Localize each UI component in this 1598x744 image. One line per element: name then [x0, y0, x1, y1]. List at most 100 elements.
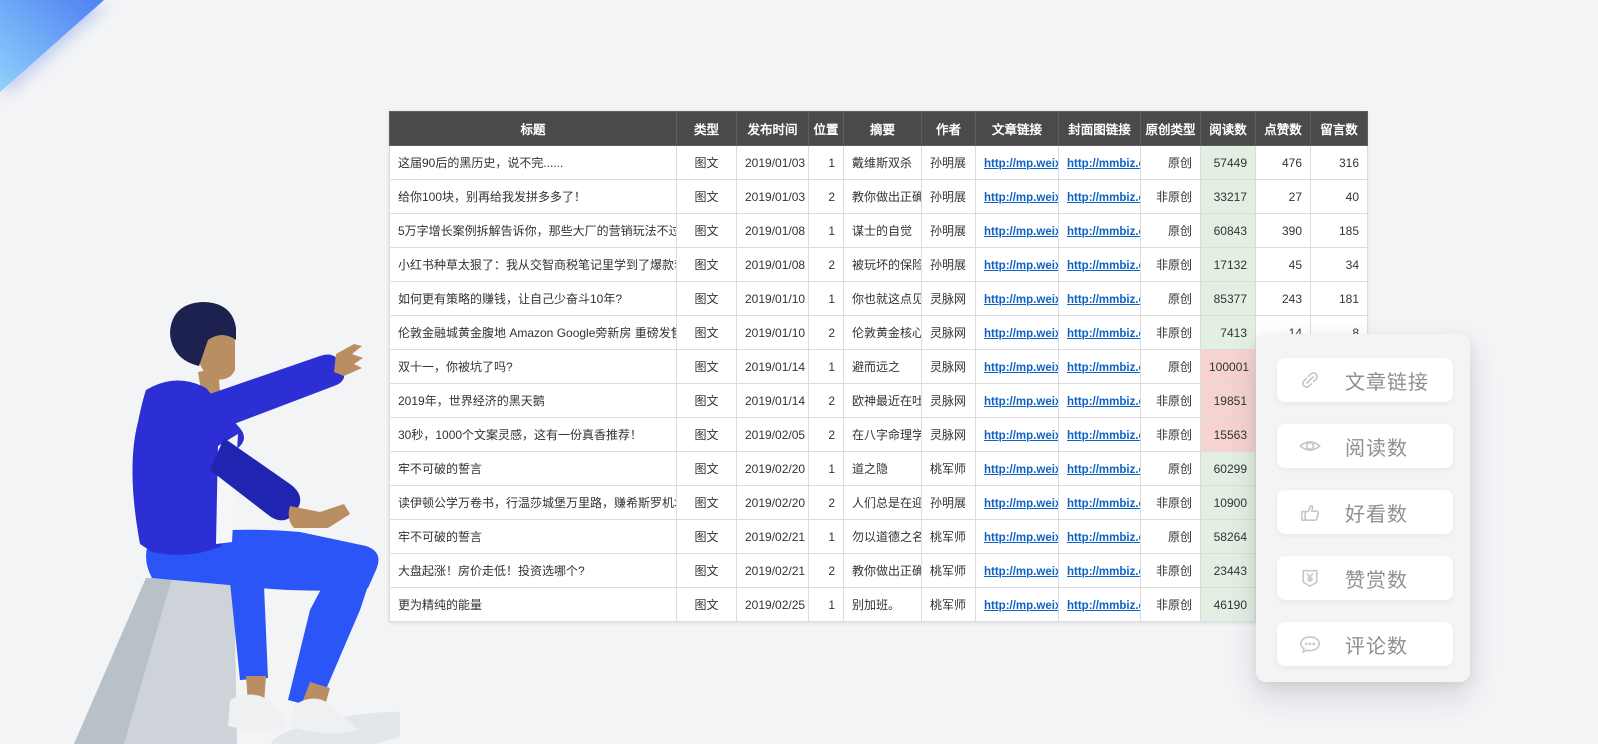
cell-reads: 57449	[1201, 146, 1256, 180]
cell-comments: 316	[1311, 146, 1368, 180]
article-link[interactable]: http://mp.weix	[984, 158, 1059, 170]
article-link[interactable]: http://mp.weix	[984, 396, 1059, 408]
cover-image-link[interactable]: http://mmbiz.c	[1067, 158, 1141, 170]
cell-link: http://mp.weix	[976, 316, 1059, 350]
cover-image-link[interactable]: http://mmbiz.c	[1067, 464, 1141, 476]
column-header-reads: 阅读数	[1201, 112, 1256, 146]
cell-likes: 243	[1256, 282, 1311, 316]
cell-title: 大盘起涨！房价走低！投资选哪个?	[390, 554, 677, 588]
article-link[interactable]: http://mp.weix	[984, 600, 1059, 612]
cell-type: 图文	[677, 248, 737, 282]
article-link[interactable]: http://mp.weix	[984, 226, 1059, 238]
column-header-comments: 留言数	[1311, 112, 1368, 146]
cell-title: 30秒，1000个文案灵感，这有一份真香推荐！	[390, 418, 677, 452]
cell-summary: 教你做出正确	[844, 180, 922, 214]
cover-image-link[interactable]: http://mmbiz.c	[1067, 600, 1141, 612]
comment-icon	[1297, 631, 1323, 657]
article-link[interactable]: http://mp.weix	[984, 464, 1059, 476]
column-header-author: 作者	[922, 112, 976, 146]
cover-image-link[interactable]: http://mmbiz.c	[1067, 498, 1141, 510]
cover-image-link[interactable]: http://mmbiz.c	[1067, 532, 1141, 544]
article-link[interactable]: http://mp.weix	[984, 192, 1059, 204]
cover-image-link[interactable]: http://mmbiz.c	[1067, 192, 1141, 204]
panel-item-label: 赞赏数	[1345, 564, 1408, 593]
cell-link: http://mp.weix	[976, 554, 1059, 588]
panel-item-comment[interactable]: 评论数	[1277, 622, 1453, 666]
cell-pos: 2	[809, 418, 844, 452]
panel-item-link[interactable]: 文章链接	[1277, 358, 1453, 402]
column-header-likes: 点赞数	[1256, 112, 1311, 146]
cell-summary: 在八字命理学	[844, 418, 922, 452]
cell-author: 孙明展	[922, 486, 976, 520]
cell-author: 桃军师	[922, 588, 976, 622]
cover-image-link[interactable]: http://mmbiz.c	[1067, 328, 1141, 340]
cell-cover: http://mmbiz.c	[1059, 316, 1141, 350]
panel-item-thumb-up[interactable]: 好看数	[1277, 490, 1453, 534]
article-link[interactable]: http://mp.weix	[984, 430, 1059, 442]
table-row: 牢不可破的誓言图文2019/02/201道之隐桃军师http://mp.weix…	[390, 452, 1368, 486]
table-row: 如何更有策略的赚钱，让自己少奋斗10年?图文2019/01/101你也就这点见灵…	[390, 282, 1368, 316]
cell-cover: http://mmbiz.c	[1059, 418, 1141, 452]
panel-item-yen-badge[interactable]: 赞赏数	[1277, 556, 1453, 600]
cell-comments: 34	[1311, 248, 1368, 282]
cell-summary: 伦敦黄金核心	[844, 316, 922, 350]
cell-reads: 60843	[1201, 214, 1256, 248]
cell-date: 2019/02/20	[737, 452, 809, 486]
article-link[interactable]: http://mp.weix	[984, 498, 1059, 510]
cell-reads: 85377	[1201, 282, 1256, 316]
cell-date: 2019/02/05	[737, 418, 809, 452]
cell-summary: 人们总是在迎	[844, 486, 922, 520]
articles-table: 标题类型发布时间位置摘要作者文章链接封面图链接原创类型阅读数点赞数留言数 这届9…	[389, 111, 1367, 622]
table-row: 5万字增长案例拆解告诉你，那些大厂的营销玩法不过如图文2019/01/081谋士…	[390, 214, 1368, 248]
cell-link: http://mp.weix	[976, 282, 1059, 316]
table-row: 伦敦金融城黄金腹地 Amazon Google旁新房 重磅发售图文2019/01…	[390, 316, 1368, 350]
cell-orig: 原创	[1141, 282, 1201, 316]
cell-title: 如何更有策略的赚钱，让自己少奋斗10年?	[390, 282, 677, 316]
cell-orig: 非原创	[1141, 486, 1201, 520]
cell-orig: 原创	[1141, 452, 1201, 486]
article-link[interactable]: http://mp.weix	[984, 566, 1059, 578]
cover-image-link[interactable]: http://mmbiz.c	[1067, 396, 1141, 408]
column-header-date: 发布时间	[737, 112, 809, 146]
cover-image-link[interactable]: http://mmbiz.c	[1067, 566, 1141, 578]
cell-summary: 被玩坏的保险	[844, 248, 922, 282]
cell-summary: 避而远之	[844, 350, 922, 384]
cell-link: http://mp.weix	[976, 214, 1059, 248]
cell-type: 图文	[677, 418, 737, 452]
cell-summary: 教你做出正确	[844, 554, 922, 588]
cover-image-link[interactable]: http://mmbiz.c	[1067, 362, 1141, 374]
cell-date: 2019/01/08	[737, 214, 809, 248]
cell-type: 图文	[677, 350, 737, 384]
cell-reads: 46190	[1201, 588, 1256, 622]
cell-cover: http://mmbiz.c	[1059, 486, 1141, 520]
article-link[interactable]: http://mp.weix	[984, 362, 1059, 374]
cell-likes: 27	[1256, 180, 1311, 214]
cover-image-link[interactable]: http://mmbiz.c	[1067, 430, 1141, 442]
cell-title: 牢不可破的誓言	[390, 452, 677, 486]
cell-reads: 19851	[1201, 384, 1256, 418]
cell-likes: 390	[1256, 214, 1311, 248]
cell-type: 图文	[677, 146, 737, 180]
table-row: 2019年，世界经济的黑天鹅图文2019/01/142欧神最近在吐灵脉网http…	[390, 384, 1368, 418]
cell-pos: 2	[809, 384, 844, 418]
article-link[interactable]: http://mp.weix	[984, 260, 1059, 272]
cell-link: http://mp.weix	[976, 384, 1059, 418]
cell-title: 这届90后的黑历史，说不完......	[390, 146, 677, 180]
cell-date: 2019/01/08	[737, 248, 809, 282]
cell-orig: 原创	[1141, 520, 1201, 554]
cell-link: http://mp.weix	[976, 452, 1059, 486]
cell-summary: 你也就这点见	[844, 282, 922, 316]
cell-orig: 非原创	[1141, 418, 1201, 452]
cover-image-link[interactable]: http://mmbiz.c	[1067, 294, 1141, 306]
table-row: 牢不可破的誓言图文2019/02/211勿以道德之名桃军师http://mp.w…	[390, 520, 1368, 554]
cover-image-link[interactable]: http://mmbiz.c	[1067, 226, 1141, 238]
cell-summary: 谋士的自觉	[844, 214, 922, 248]
article-link[interactable]: http://mp.weix	[984, 532, 1059, 544]
cell-type: 图文	[677, 452, 737, 486]
panel-item-eye[interactable]: 阅读数	[1277, 424, 1453, 468]
article-link[interactable]: http://mp.weix	[984, 294, 1059, 306]
cell-author: 灵脉网	[922, 350, 976, 384]
cell-reads: 17132	[1201, 248, 1256, 282]
article-link[interactable]: http://mp.weix	[984, 328, 1059, 340]
cover-image-link[interactable]: http://mmbiz.c	[1067, 260, 1141, 272]
